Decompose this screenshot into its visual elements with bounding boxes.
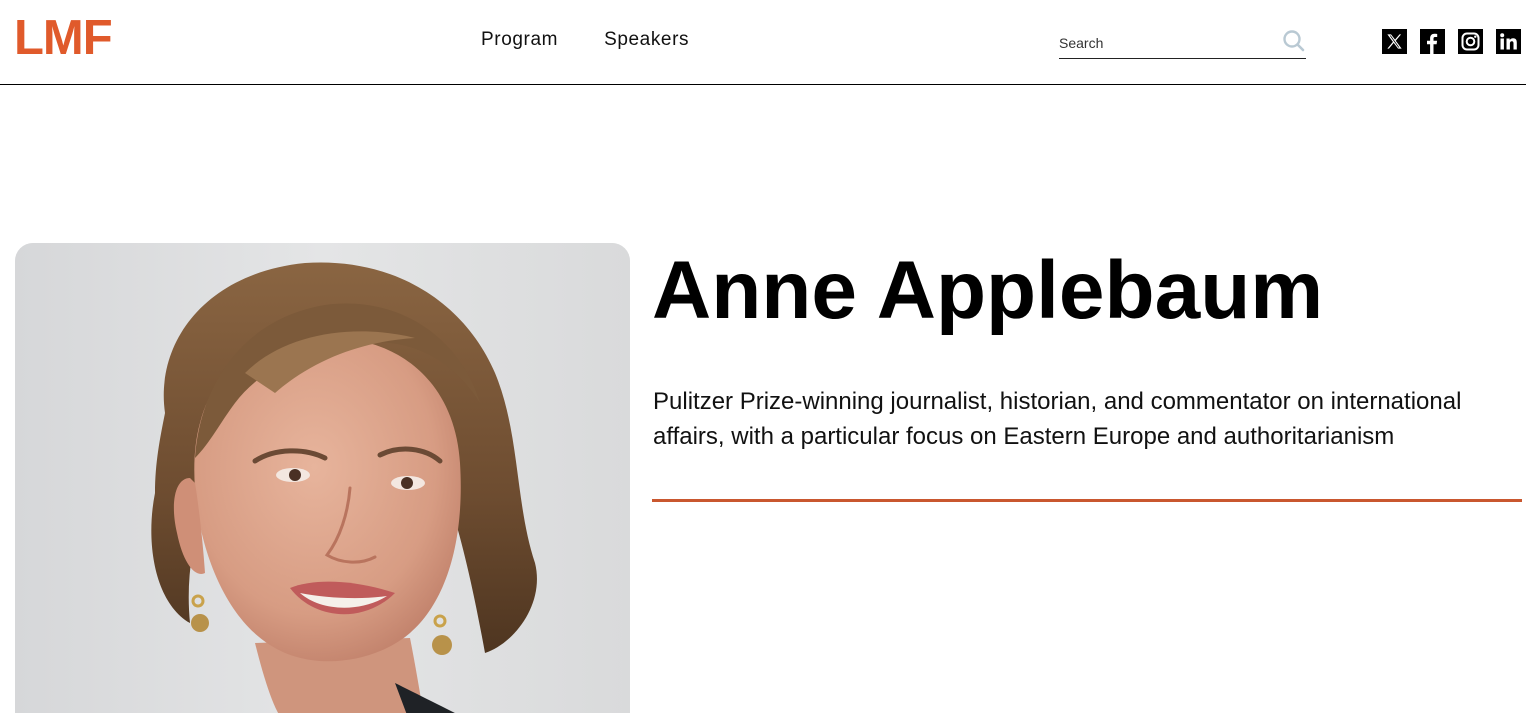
social-links xyxy=(1382,29,1521,54)
search-icon[interactable] xyxy=(1282,29,1306,53)
speaker-bio: Pulitzer Prize-winning journalist, histo… xyxy=(653,388,1462,450)
site-logo[interactable]: LMF xyxy=(14,14,113,63)
facebook-icon[interactable] xyxy=(1420,29,1445,54)
divider xyxy=(652,499,1522,502)
speaker-photo xyxy=(15,243,630,713)
search-box xyxy=(1059,28,1306,59)
speaker-name: Anne Applebaum xyxy=(652,245,1324,336)
nav-speakers[interactable]: Speakers xyxy=(604,29,689,51)
nav-program[interactable]: Program xyxy=(481,29,558,51)
instagram-icon[interactable] xyxy=(1458,29,1483,54)
x-twitter-icon[interactable] xyxy=(1382,29,1407,54)
main-nav: Program Speakers xyxy=(481,29,689,51)
site-header: LMF Program Speakers xyxy=(0,0,1526,85)
search-input[interactable] xyxy=(1059,31,1274,55)
linkedin-icon[interactable] xyxy=(1496,29,1521,54)
